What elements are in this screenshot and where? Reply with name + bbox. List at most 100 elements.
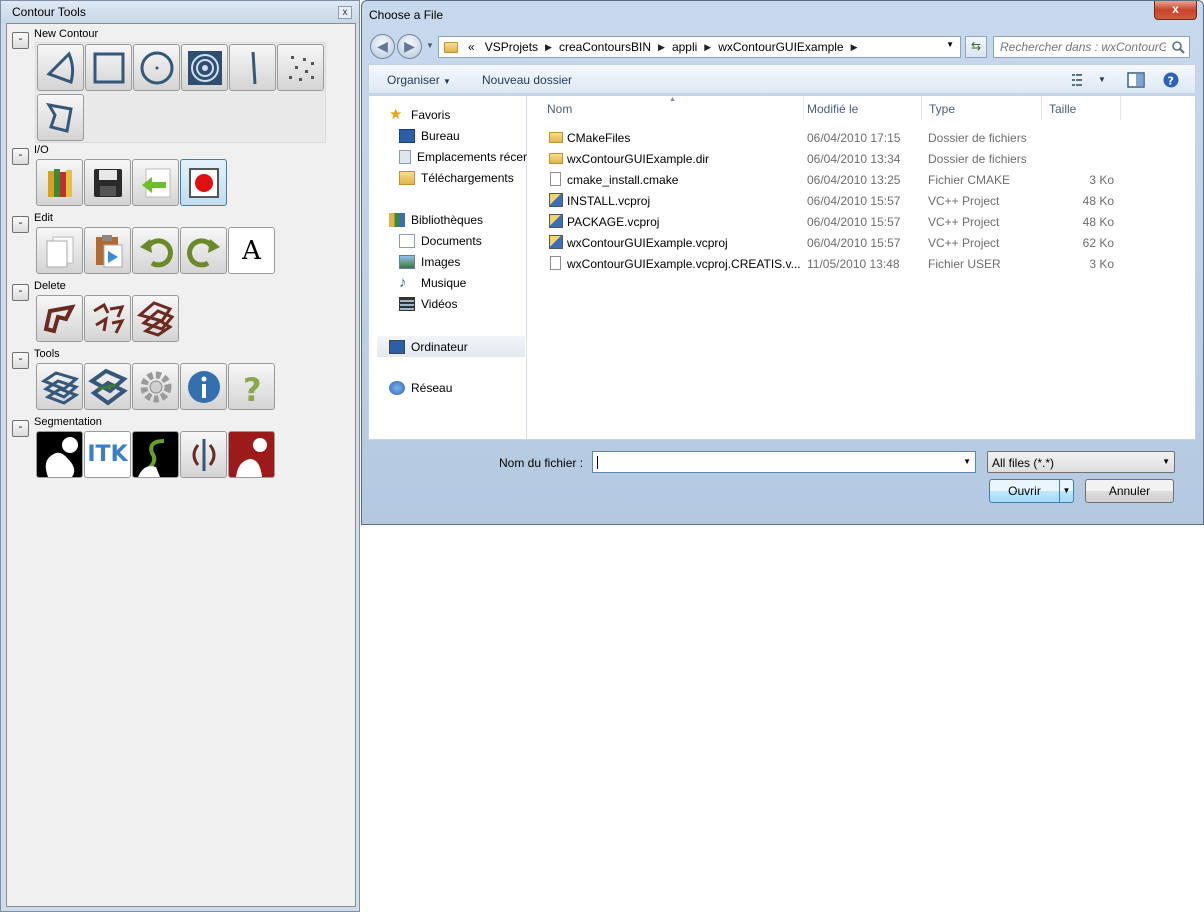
back-arrow-icon[interactable]: ◀	[370, 34, 395, 59]
chevron-down-icon[interactable]: ▼	[1059, 480, 1073, 502]
nav-videos[interactable]: Vidéos	[399, 297, 457, 311]
segmentation-mask-icon[interactable]	[36, 431, 83, 478]
breadcrumb-item[interactable]: VSProjets	[480, 40, 543, 54]
nav-downloads[interactable]: Téléchargements	[399, 171, 514, 185]
nav-computer[interactable]: Ordinateur	[377, 336, 525, 357]
file-type-select[interactable]: All files (*.*) ▼	[987, 451, 1175, 473]
rectangle-contour-icon[interactable]	[85, 44, 132, 91]
save-floppy-icon[interactable]	[84, 159, 131, 206]
circle-contour-icon[interactable]	[133, 44, 180, 91]
info-icon[interactable]	[180, 363, 227, 410]
chevron-right-icon[interactable]: ▶	[849, 42, 860, 53]
column-header-name[interactable]: Nom	[528, 96, 804, 120]
star-icon: ★	[389, 106, 403, 123]
split-contour-icon[interactable]	[180, 431, 227, 478]
column-header-type[interactable]: Type	[922, 96, 1042, 120]
nav-recent-places[interactable]: Emplacements récer	[399, 150, 527, 164]
nav-images[interactable]: Images	[399, 255, 460, 269]
close-icon[interactable]: x	[338, 6, 352, 19]
new-folder-button[interactable]: Nouveau dossier	[482, 73, 572, 87]
points-contour-icon[interactable]	[277, 44, 324, 91]
chevron-down-icon[interactable]: ▼	[946, 40, 954, 49]
import-arrow-icon[interactable]	[132, 159, 179, 206]
filename-input[interactable]	[596, 453, 956, 471]
bullseye-contour-icon[interactable]	[181, 44, 228, 91]
search-field[interactable]	[993, 36, 1190, 58]
nav-favorites[interactable]: ★ Favoris	[389, 106, 450, 123]
collapse-delete-button[interactable]: -	[12, 284, 29, 301]
view-options-icon[interactable]	[1071, 72, 1091, 88]
chevron-right-icon[interactable]: ▶	[702, 42, 713, 53]
spline-contour-icon[interactable]	[37, 44, 84, 91]
copy-pages-icon[interactable]	[36, 227, 83, 274]
filename-combobox[interactable]: ▼	[592, 451, 976, 473]
close-icon[interactable]: x	[1154, 1, 1197, 20]
file-row[interactable]: wxContourGUIExample.dir 06/04/2010 13:34 D…	[528, 148, 1195, 169]
breadcrumb-item[interactable]: wxContourGUIExample	[713, 40, 848, 54]
nav-documents[interactable]: Documents	[399, 234, 482, 248]
delete-contours-icon[interactable]	[84, 295, 131, 342]
file-row[interactable]: PACKAGE.vcproj 06/04/2010 15:57 VC++ Proje…	[528, 211, 1195, 232]
breadcrumb[interactable]: « VSProjets ▶ creaContoursBIN ▶ appli ▶ …	[438, 36, 961, 58]
chevron-right-icon[interactable]: ▶	[656, 42, 667, 53]
region-segmentation-icon[interactable]	[228, 431, 275, 478]
forward-arrow-icon[interactable]: ▶	[397, 34, 422, 59]
open-folder-icon[interactable]	[36, 159, 83, 206]
record-icon[interactable]	[180, 159, 227, 206]
delete-all-contours-icon[interactable]	[132, 295, 179, 342]
search-input[interactable]	[998, 38, 1168, 56]
collapse-io-button[interactable]: -	[12, 148, 29, 165]
file-row[interactable]: wxContourGUIExample.vcproj 06/04/2010 15:…	[528, 232, 1195, 253]
nav-label: Musique	[421, 276, 467, 290]
nav-desktop[interactable]: Bureau	[399, 129, 460, 143]
column-header-size[interactable]: Taille	[1042, 96, 1121, 120]
nav-libraries[interactable]: Bibliothèques	[389, 213, 483, 227]
nav-music[interactable]: ♪ Musique	[399, 275, 467, 290]
nav-label: Réseau	[411, 381, 453, 395]
preview-pane-icon[interactable]	[1126, 72, 1146, 88]
svg-text:?: ?	[1168, 75, 1174, 88]
help-icon[interactable]: ?	[228, 363, 275, 410]
file-row[interactable]: cmake_install.cmake 06/04/2010 13:25 Fichi…	[528, 169, 1195, 190]
breadcrumb-overflow[interactable]: «	[463, 40, 480, 54]
nav-label: Bibliothèques	[411, 213, 484, 227]
itk-icon[interactable]: ITK	[84, 431, 131, 478]
redo-arrow-icon[interactable]	[180, 227, 227, 274]
file-row[interactable]: wxContourGUIExample.vcproj.CREATIS.v... 1…	[528, 253, 1195, 274]
chevron-down-icon[interactable]: ▼	[963, 457, 971, 466]
collapse-edit-button[interactable]: -	[12, 216, 29, 233]
paste-clipboard-icon[interactable]	[84, 227, 131, 274]
breadcrumb-item[interactable]: appli	[667, 40, 702, 54]
organize-button[interactable]: Organiser ▼	[387, 73, 451, 87]
chevron-down-icon[interactable]: ▼	[1162, 457, 1170, 466]
contour-stack-icon[interactable]	[36, 363, 83, 410]
snake-segmentation-icon[interactable]	[132, 431, 179, 478]
file-row[interactable]: INSTALL.vcproj 06/04/2010 15:57 VC++ Proje…	[528, 190, 1195, 211]
search-icon[interactable]	[1171, 40, 1185, 54]
column-header-modified[interactable]: Modifié le	[804, 96, 922, 120]
collapse-segmentation-button[interactable]: -	[12, 420, 29, 437]
help-icon[interactable]: ?	[1161, 72, 1181, 88]
line-contour-icon[interactable]	[229, 44, 276, 91]
filename-label: Nom du fichier :	[499, 456, 584, 470]
chevron-right-icon[interactable]: ▶	[543, 42, 554, 53]
view-dropdown-icon[interactable]: ▼	[1098, 75, 1106, 84]
gear-icon[interactable]	[132, 363, 179, 410]
collapse-new-contour-button[interactable]: -	[12, 32, 29, 49]
delete-contour-icon[interactable]	[36, 295, 83, 342]
nav-network[interactable]: Réseau	[389, 381, 452, 395]
breadcrumb-item[interactable]: creaContoursBIN	[554, 40, 656, 54]
cancel-button[interactable]: Annuler	[1085, 479, 1174, 503]
recent-pages-dropdown-icon[interactable]: ▼	[426, 41, 434, 50]
text-label-icon[interactable]: A	[228, 227, 275, 274]
file-row[interactable]: CMakeFiles 06/04/2010 17:15 Dossier de fic…	[528, 127, 1195, 148]
open-button[interactable]: Ouvrir ▼	[989, 479, 1074, 503]
collapse-tools-button[interactable]: -	[12, 352, 29, 369]
polygon-contour-icon[interactable]	[37, 93, 84, 141]
contour-tools-titlebar[interactable]: Contour Tools x	[1, 1, 359, 23]
text-label-glyph: A	[242, 235, 261, 266]
file-size: 3 Ko	[1089, 257, 1114, 271]
contour-merge-icon[interactable]	[84, 363, 131, 410]
refresh-icon[interactable]: ⇆	[965, 36, 987, 58]
undo-arrow-icon[interactable]	[132, 227, 179, 274]
